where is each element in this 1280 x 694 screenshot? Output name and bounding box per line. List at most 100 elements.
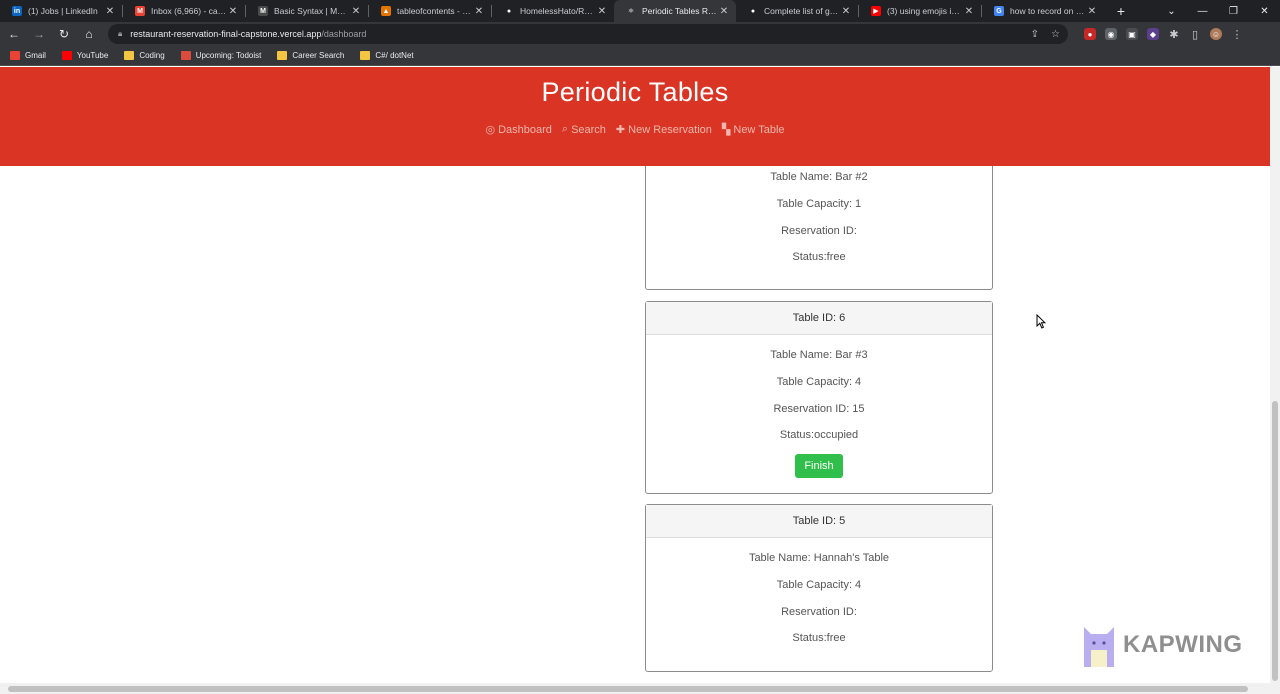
browser-tab[interactable]: Ghow to record on windows✕ [982,0,1104,22]
browser-tab[interactable]: ● Complete list of github ✕ [736,0,858,22]
bookmark-label: Coding [139,51,165,60]
profile-avatar[interactable]: ☺ [1210,28,1222,40]
bookmark-item[interactable]: Gmail [10,51,46,60]
linkedin-icon: in [12,6,22,16]
folder-icon [277,51,288,60]
main-nav: ◎ Dashboard ⌕ Search ✚ New Reservation ▚ New Ta… [0,123,1270,136]
horizontal-scrollbar[interactable] [0,683,1280,694]
side-panel-icon[interactable]: ▯ [1189,28,1201,41]
table-status: Status:free [792,632,846,645]
tab-close-icon[interactable]: ✕ [227,6,239,17]
folder-icon [360,51,371,60]
close-window-icon[interactable]: ✕ [1249,0,1280,22]
vertical-scroll-thumb[interactable] [1272,401,1278,681]
tab-close-icon[interactable]: ✕ [840,6,852,17]
puzzle-icon[interactable]: ✱ [1168,28,1180,41]
nav-link-label: Dashboard [498,123,552,136]
table-capacity: Table Capacity: 4 [776,376,862,389]
tab-title: tableofcontents - Markdown [397,6,473,16]
watermark-text: KAPWING [1123,631,1243,658]
tab-close-icon[interactable]: ✕ [473,6,485,17]
tab-title: Complete list of github [764,6,840,16]
youtube-icon: ▶ [871,6,881,16]
extension-box-icon[interactable]: ▣ [1126,28,1138,40]
bookmarks-bar: Gmail YouTube Coding Upcoming: Todoist Caree… [0,46,1280,66]
browser-tab[interactable]: M Inbox (6,966) - carston✕ [123,0,245,22]
restore-icon[interactable]: ❐ [1218,0,1249,22]
table-card: Table ID: 5 Table Name: Hannah's Table T… [645,504,993,672]
lock-icon: 🔒︎ [118,29,123,38]
nav-link-label: New Reservation [628,123,712,136]
table-status: Status:occupied [779,429,859,442]
nav-link-dashboard[interactable]: ◎ Dashboard [485,123,552,137]
markdown-icon: M [258,6,268,16]
tab-close-icon[interactable]: ✕ [104,6,116,17]
tab-title: how to record on windows [1010,6,1086,16]
bookmark-item[interactable]: YouTube [61,51,108,60]
bookmark-label: Career Search [292,51,345,60]
bookmark-star-icon[interactable]: ☆ [1051,29,1060,40]
minimize-icon[interactable]: — [1187,0,1218,22]
browser-toolbar: ← → ↻ ⌂ 🔒︎ restaurant-reservation-final-… [0,22,1280,46]
folder-icon [124,51,135,60]
bookmark-item[interactable]: C#/ dotNet [360,51,414,60]
github-icon: ● [504,6,514,16]
url-path: /dashboard [321,29,367,39]
address-bar[interactable]: 🔒︎ restaurant-reservation-final-capstone… [108,24,1068,44]
share-icon[interactable]: ⇪ [1031,29,1039,40]
extension-red-icon[interactable]: ● [1084,28,1096,40]
browser-tab[interactable]: ● HomelessHato/Restaurant✕ [492,0,614,22]
nav-link-new-reservation[interactable]: ✚ New Reservation [615,123,712,137]
github-icon: ● [748,6,758,16]
nav-link-search[interactable]: ⌕ Search [562,123,606,136]
forward-icon[interactable]: → [28,23,50,45]
table-card: Table ID: 6 Table Name: Bar #3 Table Cap… [645,301,993,494]
table-card: Table Name: Bar #2 Table Capacity: 1 Res… [645,163,993,290]
bookmark-label: Upcoming: Todoist [195,51,262,60]
browser-tab[interactable]: M Basic Syntax | Markdown✕ [246,0,368,22]
browser-tab[interactable]: in (1) Jobs | LinkedIn ✕ [0,0,122,22]
bookmark-item[interactable]: Coding [124,51,165,60]
table-name: Table Name: Bar #3 [770,349,868,362]
plus-icon: ✚ [615,124,626,136]
tab-title: Inbox (6,966) - carston [151,6,227,16]
browser-tab[interactable]: ▶ (3) using emojis in markdown✕ [859,0,981,22]
table-name: Table Name: Bar #2 [770,171,868,184]
menu-icon[interactable]: ⋮ [1231,28,1243,41]
tab-close-icon[interactable]: ✕ [350,6,362,17]
browser-tab[interactable]: ▲ tableofcontents - Markdown✕ [369,0,491,22]
extension-grey-icon[interactable]: ◉ [1105,28,1117,40]
new-tab-button[interactable]: + [1110,0,1132,22]
tab-search-icon[interactable]: ⌄ [1156,0,1187,22]
tab-title: (3) using emojis in markdown [887,6,963,16]
table-status: Status:free [792,251,846,264]
dashboard-icon: ◎ [485,124,496,136]
reservation-id: Reservation ID: 15 [773,402,865,415]
bookmark-item[interactable]: Upcoming: Todoist [180,51,262,60]
reload-icon[interactable]: ↻ [53,23,75,45]
bookmark-item[interactable]: Career Search [277,51,344,60]
nav-link-new-table[interactable]: ▚ New Table [722,123,785,137]
tab-close-icon[interactable]: ✕ [718,6,730,17]
extension-purple-icon[interactable]: ◆ [1147,28,1159,40]
home-icon[interactable]: ⌂ [78,23,100,45]
tab-close-icon[interactable]: ✕ [1086,6,1098,17]
react-icon: ⚛ [626,6,636,16]
nav-link-label: Search [571,123,606,136]
todoist-icon [180,51,191,60]
youtube-icon [61,51,72,60]
vertical-scrollbar[interactable] [1270,67,1280,683]
browser-tab[interactable]: ⚛ Periodic Tables Restaurant✕ [614,0,736,22]
google-icon: G [994,6,1004,16]
bookmark-label: Gmail [25,51,46,60]
horizontal-scroll-thumb[interactable] [8,686,1248,692]
markdown-icon: ▲ [381,6,391,16]
tab-close-icon[interactable]: ✕ [596,6,608,17]
gmail-icon [10,51,20,60]
tab-close-icon[interactable]: ✕ [963,6,975,17]
tab-title: HomelessHato/Restaurant [520,6,596,16]
table-id: Table ID: 6 [646,302,992,335]
gmail-icon: M [135,6,145,16]
back-icon[interactable]: ← [3,23,25,45]
finish-button[interactable]: Finish [795,453,843,478]
